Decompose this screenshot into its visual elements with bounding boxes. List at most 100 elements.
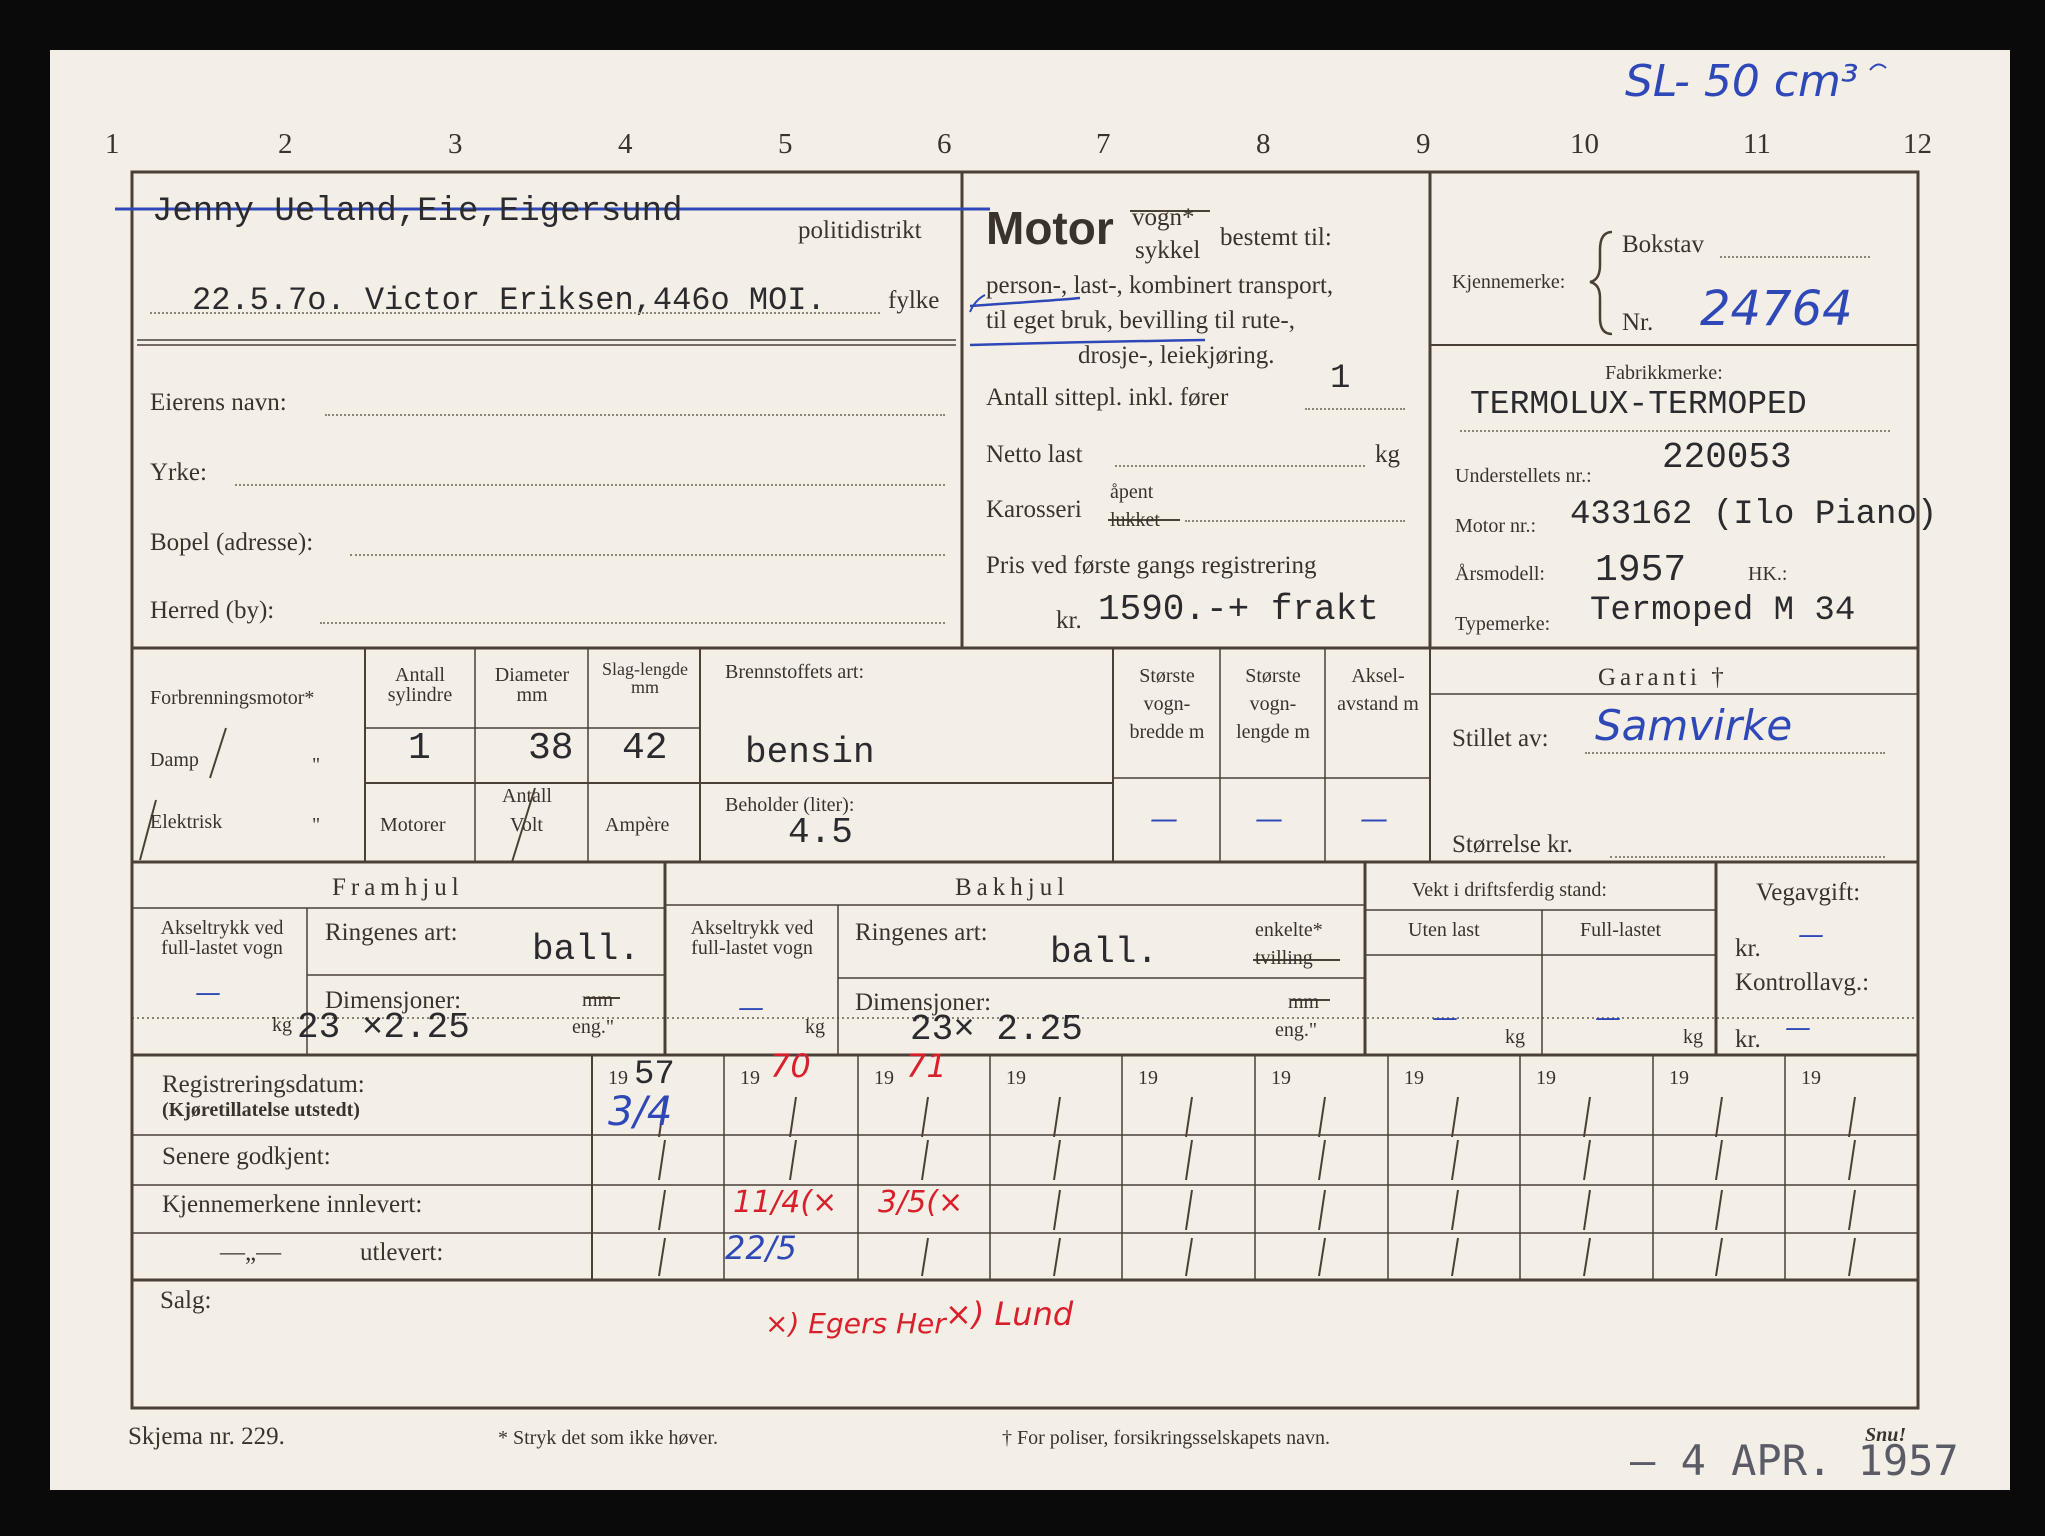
- rear-dimensjoner-value: 23× 2.25: [910, 1009, 1083, 1050]
- full-lastet-value: —: [1595, 1003, 1621, 1033]
- motorer-label: Motorer: [380, 814, 446, 836]
- garanti-header: Garanti †: [1598, 664, 1728, 691]
- ruler-1: 1: [105, 128, 120, 160]
- pris-kr: kr.: [1056, 607, 1082, 634]
- uten-last-label: Uten last: [1408, 919, 1480, 941]
- stryk-note: * Stryk det som ikke høver.: [498, 1427, 718, 1449]
- year-prefix: 19: [740, 1067, 760, 1089]
- slaglengde-value: 42: [622, 727, 668, 770]
- karosseri-lukket: lukket: [1110, 509, 1160, 531]
- bopel-label: Bopel (adresse):: [150, 529, 314, 556]
- nr-value: 24764: [1700, 281, 1853, 337]
- vegavgift-value: —: [1798, 920, 1824, 950]
- snu-note: Snu!: [1865, 1424, 1907, 1446]
- antall-label: Antall: [502, 785, 552, 807]
- rear-eng: eng.": [1275, 1019, 1318, 1041]
- pris-label: Pris ved første gangs registrering: [986, 552, 1317, 579]
- ampere-label: Ampère: [605, 814, 670, 836]
- salg-note-2: ×) Lund: [945, 1295, 1074, 1333]
- politidistrikt-label: politidistrikt: [798, 217, 922, 244]
- front-mm: mm: [582, 989, 614, 1011]
- bokstav-label: Bokstav: [1622, 231, 1704, 258]
- vegavgift-kr: kr.: [1735, 935, 1761, 962]
- salg-note-1: ×) Egers Her: [765, 1307, 946, 1340]
- ruler-11: 11: [1743, 128, 1771, 160]
- lengde-value: —: [1255, 802, 1283, 835]
- rear-ringenes-label: Ringenes art:: [855, 919, 988, 946]
- ruler-2: 2: [278, 128, 293, 160]
- hk-label: HK.:: [1748, 563, 1788, 585]
- vogn-option: vogn*: [1132, 204, 1195, 231]
- utlevert-value: 22/5: [725, 1229, 797, 1267]
- eierens-navn-label: Eierens navn:: [150, 389, 287, 416]
- antall-sylindre-header: Antall sylindre: [387, 664, 453, 706]
- ruler-6: 6: [937, 128, 952, 160]
- year-prefix: 19: [1404, 1067, 1424, 1089]
- understell-value: 220053: [1662, 437, 1792, 478]
- year-prefix: 19: [1271, 1067, 1291, 1089]
- arsmodell-value: 1957: [1595, 549, 1687, 592]
- fylke-label: fylke: [888, 287, 940, 314]
- kjoretillatelse-label: (Kjøretillatelse utstedt): [162, 1099, 360, 1121]
- akselavstand-value: —: [1360, 802, 1388, 835]
- year-value: 71: [906, 1047, 947, 1085]
- arsmodell-label: Årsmodell:: [1455, 563, 1545, 585]
- motornr-label: Motor nr.:: [1455, 515, 1537, 537]
- year-prefix: 19: [1536, 1067, 1556, 1089]
- storrelse-label: Størrelse kr.: [1452, 831, 1573, 858]
- sylindre-value: 1: [408, 727, 431, 770]
- bredde-value: —: [1150, 802, 1178, 835]
- ruler-9: 9: [1416, 128, 1431, 160]
- uten-last-unit: kg: [1505, 1026, 1525, 1048]
- slaglengde-header: Slag-lengde mm: [602, 659, 688, 697]
- herred-label: Herred (by):: [150, 597, 275, 624]
- ruler-7: 7: [1096, 128, 1111, 160]
- forbrenningsmotor-label: Forbrenningsmotor*: [150, 687, 315, 709]
- vegavgift-label: Vegavgift:: [1756, 879, 1861, 906]
- volt-label: Volt: [510, 814, 543, 836]
- utlevert-label: utlevert:: [360, 1239, 444, 1266]
- full-lastet-unit: kg: [1683, 1026, 1703, 1048]
- year-prefix: 19: [874, 1067, 894, 1089]
- uten-last-value: —: [1432, 1003, 1458, 1033]
- kjennemerkene-innlevert-label: Kjennemerkene innlevert:: [162, 1191, 423, 1218]
- front-akseltrykk-label: Akseltrykk ved full-lastet vogn: [160, 917, 284, 959]
- kontrollavg-kr: kr.: [1735, 1026, 1761, 1053]
- regdato-label: Registreringsdatum:: [162, 1071, 365, 1098]
- damp-label: Damp: [150, 749, 199, 771]
- ruler-10: 10: [1570, 128, 1599, 160]
- typemerke-label: Typemerke:: [1455, 613, 1551, 635]
- front-akseltrykk-value: —: [195, 978, 221, 1008]
- politidistrikt-value: Jenny Ueland,Eie,Eigersund: [152, 193, 683, 231]
- year-prefix: 19: [1669, 1067, 1689, 1089]
- sykkel-option: sykkel: [1135, 237, 1201, 264]
- use-line-2: til eget bruk, bevilling til rute-,: [986, 307, 1295, 334]
- poliser-note: † For poliser, forsikringsselskapets nav…: [1002, 1427, 1331, 1449]
- use-line-3: drosje-, leiekjøring.: [1078, 342, 1275, 369]
- netto-last-unit: kg: [1375, 441, 1400, 468]
- vekt-label: Vekt i driftsferdig stand:: [1412, 879, 1607, 901]
- netto-last-label: Netto last: [986, 441, 1083, 468]
- understell-label: Understellets nr.:: [1455, 465, 1592, 487]
- full-lastet-label: Full-lastet: [1580, 919, 1662, 941]
- ruler-3: 3: [448, 128, 463, 160]
- enkelte-label: enkelte*: [1255, 919, 1323, 941]
- year-value: 70: [770, 1047, 811, 1085]
- ruler-8: 8: [1256, 128, 1271, 160]
- stillet-av-label: Stillet av:: [1452, 725, 1549, 752]
- storste-bredde-header: Største vogn-bredde m: [1129, 665, 1205, 743]
- brennstoff-label: Brennstoffets art:: [725, 661, 865, 683]
- kontrollavg-label: Kontrollavg.:: [1735, 969, 1870, 996]
- top-note: SL- 50 cm³: [1625, 56, 1859, 107]
- ruler-4: 4: [618, 128, 633, 160]
- skjema-nr: Skjema nr. 229.: [128, 1423, 285, 1450]
- senere-godkjent-label: Senere godkjent:: [162, 1143, 331, 1170]
- year-prefix: 19: [1801, 1067, 1821, 1089]
- rear-akseltrykk-label: Akseltrykk ved full-lastet vogn: [690, 917, 814, 959]
- salg-label: Salg:: [160, 1287, 212, 1314]
- rear-akseltrykk-value: —: [738, 993, 764, 1023]
- tvilling-label: tvilling: [1255, 947, 1313, 969]
- framhjul-header: Framhjul: [332, 874, 464, 901]
- akselavstand-header: Aksel-avstand m: [1337, 665, 1419, 715]
- front-akseltrykk-unit: kg: [272, 1014, 292, 1036]
